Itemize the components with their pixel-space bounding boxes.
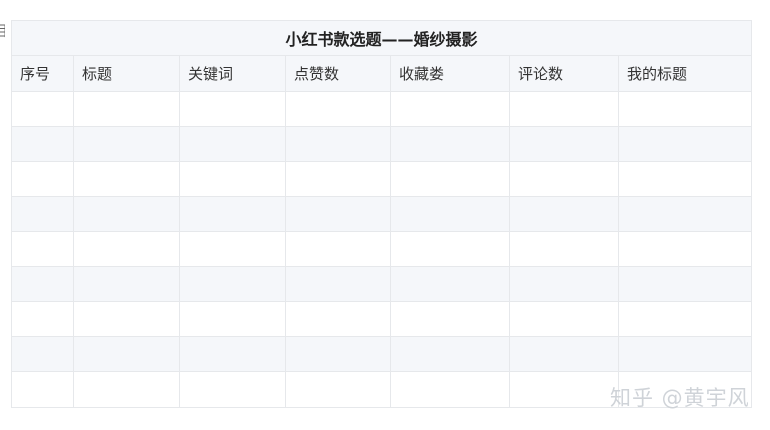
table-cell[interactable] bbox=[179, 196, 286, 232]
table-cell[interactable] bbox=[179, 126, 286, 162]
table-cell[interactable] bbox=[11, 301, 74, 337]
table-cell[interactable] bbox=[285, 91, 391, 127]
table-row bbox=[11, 91, 753, 127]
table-cell[interactable] bbox=[509, 301, 619, 337]
table-cell[interactable] bbox=[11, 196, 74, 232]
table-row bbox=[11, 161, 753, 197]
table-row bbox=[11, 336, 753, 372]
table-cell[interactable] bbox=[73, 336, 180, 372]
table-cell[interactable] bbox=[390, 126, 510, 162]
column-header-favorites: 收藏娄 bbox=[390, 55, 510, 92]
table-title: 小红书款选题——婚纱摄影 bbox=[10, 20, 753, 56]
table-title-row: 小红书款选题——婚纱摄影 bbox=[10, 20, 753, 56]
table-row bbox=[11, 231, 753, 267]
table-cell[interactable] bbox=[285, 196, 391, 232]
left-edge-glyph: 泪 bbox=[0, 24, 5, 40]
table-cell[interactable] bbox=[509, 371, 619, 408]
table-cell[interactable] bbox=[285, 161, 391, 197]
column-header-title: 标题 bbox=[73, 55, 180, 92]
table-cell[interactable] bbox=[509, 126, 619, 162]
table-cell[interactable] bbox=[11, 161, 74, 197]
table-cell[interactable] bbox=[179, 336, 286, 372]
table-cell[interactable] bbox=[11, 371, 74, 408]
table-cell[interactable] bbox=[617, 196, 753, 232]
table-cell[interactable] bbox=[285, 266, 391, 302]
table-row bbox=[11, 266, 753, 302]
table-cell[interactable] bbox=[73, 301, 180, 337]
table-cell[interactable] bbox=[179, 161, 286, 197]
table-cell[interactable] bbox=[390, 336, 510, 372]
table-header-row: 序号 标题 关键词 点赞数 收藏娄 评论数 我的标题 bbox=[11, 55, 753, 92]
table-row bbox=[11, 126, 753, 162]
table-cell[interactable] bbox=[390, 161, 510, 197]
table-cell[interactable] bbox=[617, 266, 753, 302]
table-cell[interactable] bbox=[390, 301, 510, 337]
table-cell[interactable] bbox=[509, 266, 619, 302]
watermark-text: 知乎 @黄宇风 bbox=[610, 386, 750, 410]
table-cell[interactable] bbox=[73, 231, 180, 267]
table-cell[interactable] bbox=[390, 266, 510, 302]
table-cell[interactable] bbox=[617, 91, 753, 127]
table-cell[interactable] bbox=[509, 91, 619, 127]
table-cell[interactable] bbox=[390, 196, 510, 232]
table-cell[interactable] bbox=[509, 231, 619, 267]
table-cell[interactable] bbox=[509, 336, 619, 372]
table-cell[interactable] bbox=[509, 161, 619, 197]
table-cell[interactable] bbox=[509, 196, 619, 232]
table-cell[interactable] bbox=[285, 231, 391, 267]
table-cell[interactable] bbox=[73, 91, 180, 127]
table-cell[interactable] bbox=[73, 266, 180, 302]
table-cell[interactable] bbox=[617, 161, 753, 197]
table-cell[interactable] bbox=[73, 126, 180, 162]
table-cell[interactable] bbox=[617, 126, 753, 162]
table-cell[interactable] bbox=[179, 301, 286, 337]
table-cell[interactable] bbox=[179, 231, 286, 267]
table-row bbox=[11, 301, 753, 337]
table-cell[interactable] bbox=[285, 336, 391, 372]
table-cell[interactable] bbox=[617, 231, 753, 267]
table-cell[interactable] bbox=[73, 196, 180, 232]
table-cell[interactable] bbox=[11, 266, 74, 302]
table-cell[interactable] bbox=[390, 231, 510, 267]
column-header-comments: 评论数 bbox=[509, 55, 619, 92]
table-cell[interactable] bbox=[73, 161, 180, 197]
table-cell[interactable] bbox=[11, 91, 74, 127]
table-cell[interactable] bbox=[285, 371, 391, 408]
table-cell[interactable] bbox=[390, 91, 510, 127]
table-cell[interactable] bbox=[11, 231, 74, 267]
table-cell[interactable] bbox=[617, 301, 753, 337]
table-cell[interactable] bbox=[179, 371, 286, 408]
table-cell[interactable] bbox=[179, 91, 286, 127]
table-cell[interactable] bbox=[390, 371, 510, 408]
column-header-likes: 点赞数 bbox=[285, 55, 391, 92]
column-header-my-title: 我的标题 bbox=[617, 55, 753, 92]
table-cell[interactable] bbox=[285, 301, 391, 337]
table-cell[interactable] bbox=[11, 126, 74, 162]
table-cell[interactable] bbox=[73, 371, 180, 408]
topic-table: 小红书款选题——婚纱摄影 序号 标题 关键词 点赞数 收藏娄 评论数 我的标题 bbox=[10, 20, 753, 408]
table-cell[interactable] bbox=[179, 266, 286, 302]
table-cell[interactable] bbox=[617, 336, 753, 372]
table-cell[interactable] bbox=[285, 126, 391, 162]
table-cell[interactable] bbox=[11, 336, 74, 372]
table-row bbox=[11, 196, 753, 232]
column-header-keyword: 关键词 bbox=[179, 55, 286, 92]
column-header-index: 序号 bbox=[11, 55, 74, 92]
